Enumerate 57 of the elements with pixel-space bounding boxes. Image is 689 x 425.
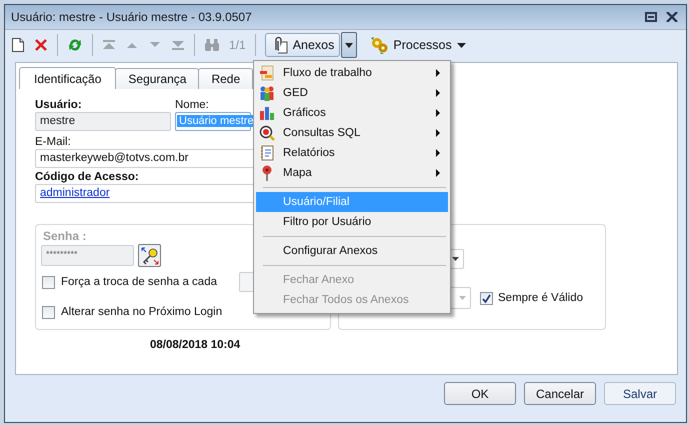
field-label: Código de Acesso: (35, 171, 139, 184)
menu-item[interactable]: Fluxo de trabalho (256, 63, 448, 83)
checkbox[interactable] (42, 276, 55, 288)
record-counter: 1/1 (229, 38, 246, 52)
checkbox-label: Força a troca de senha a cada (61, 276, 217, 288)
menu-item[interactable]: Configurar Anexos (256, 241, 448, 261)
dialog-button[interactable]: Salvar (604, 382, 676, 405)
checkbox[interactable] (42, 306, 55, 318)
submenu-arrow-icon (436, 129, 440, 137)
field-label: Nome: (175, 99, 209, 112)
dialog-button[interactable]: OK (444, 382, 516, 405)
key-button[interactable] (138, 244, 161, 267)
attachments-button[interactable]: Anexos (264, 33, 340, 57)
submenu-arrow-icon (436, 89, 440, 97)
checkbox-label: Alterar senha no Próximo Login (61, 306, 222, 318)
submenu-arrow-icon (436, 69, 440, 77)
bar-chart-icon (259, 105, 275, 121)
caret-icon (459, 296, 466, 300)
delete-icon[interactable] (34, 38, 48, 52)
refresh-icon[interactable] (67, 37, 83, 53)
field-label: E-Mail: (35, 136, 71, 149)
notebook-icon (259, 145, 275, 161)
field-label: Senha : (42, 229, 86, 243)
dialog-button[interactable]: Cancelar (524, 382, 596, 405)
binoculars-icon[interactable] (204, 38, 220, 52)
people-icon (259, 85, 275, 101)
restore-icon[interactable] (645, 12, 657, 22)
caret-icon (456, 42, 466, 48)
dropdown-button[interactable] (341, 32, 358, 58)
tab[interactable]: Segurança (115, 68, 200, 89)
checkbox-label: Sempre é Válido (498, 292, 584, 304)
menu-item[interactable]: Consultas SQL (256, 123, 448, 143)
processes-button[interactable]: Processos (364, 33, 472, 57)
tab[interactable]: Identificação (19, 67, 116, 89)
caret-icon (345, 42, 354, 48)
first-record-icon[interactable] (102, 39, 116, 51)
workflow-icon (259, 65, 275, 81)
field-label: Usuário: (35, 99, 82, 112)
key-icon (140, 246, 158, 264)
new-document-icon[interactable] (11, 37, 25, 53)
magnifier-icon (259, 125, 275, 141)
caret-icon (452, 257, 459, 261)
link[interactable]: administrador (40, 187, 110, 199)
checkbox[interactable] (480, 292, 493, 304)
check-icon (482, 294, 491, 302)
window-title: Usuário: mestre - Usuário mestre - 03.9.0507 (11, 10, 253, 24)
timestamp: 08/08/2018 10:04 (150, 339, 240, 351)
gears-icon (370, 36, 388, 54)
submenu-arrow-icon (436, 149, 440, 157)
menu-item[interactable]: Filtro por Usuário (256, 212, 448, 232)
tab[interactable]: Rede (198, 68, 254, 89)
last-record-icon[interactable] (171, 39, 185, 51)
submenu-arrow-icon (436, 169, 440, 177)
close-icon[interactable] (666, 12, 678, 22)
menu-item[interactable]: Gráficos (256, 103, 448, 123)
submenu-arrow-icon (436, 109, 440, 117)
menu-item[interactable]: GED (256, 83, 448, 103)
